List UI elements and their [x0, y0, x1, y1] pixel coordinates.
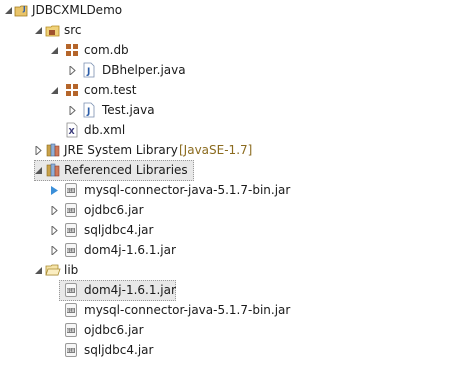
tree-item-lib-jar[interactable]: 010 sqljdbc4.jar	[0, 340, 449, 360]
collapse-arrow-icon[interactable]	[50, 86, 59, 95]
collapse-arrow-icon[interactable]	[4, 6, 13, 15]
source-folder-icon	[45, 25, 60, 37]
expand-arrow-icon[interactable]	[34, 146, 43, 155]
expand-arrow-icon[interactable]	[68, 66, 77, 75]
package-label: com.db	[84, 43, 129, 57]
jar-icon: 010	[65, 223, 77, 237]
expand-arrow-icon[interactable]	[50, 206, 59, 215]
tree-item-referenced-libraries[interactable]: Referenced Libraries	[0, 160, 449, 181]
package-label: com.test	[84, 83, 137, 97]
xml-file-label: db.xml	[84, 123, 126, 137]
expand-arrow-icon[interactable]	[50, 246, 59, 255]
tree-item-package-com-test[interactable]: com.test	[0, 80, 449, 100]
jar-label: mysql-connector-java-5.1.7-bin.jar	[84, 183, 291, 197]
tree-item-java-file[interactable]: J DBhelper.java	[0, 60, 449, 80]
tree-item-lib-jar[interactable]: 010 dom4j-1.6.1.jar	[0, 280, 449, 301]
collapse-arrow-icon[interactable]	[50, 46, 59, 55]
jar-label: sqljdbc4.jar	[84, 343, 154, 357]
svg-text:X: X	[69, 127, 76, 136]
tree-item-lib-jar[interactable]: 010 ojdbc6.jar	[0, 320, 449, 340]
lib-label: lib	[64, 263, 79, 277]
xml-file-icon: X	[66, 122, 78, 138]
java-project-icon: J	[14, 5, 28, 17]
tree-item-lib-jar[interactable]: 010 mysql-connector-java-5.1.7-bin.jar	[0, 300, 449, 320]
jar-icon: 010	[65, 323, 77, 337]
tree-item-src[interactable]: src	[0, 20, 449, 40]
java-file-icon: J	[83, 62, 95, 78]
jar-icon: 010	[65, 203, 77, 217]
svg-text:J: J	[86, 107, 90, 117]
tree-item-package-com-db[interactable]: com.db	[0, 40, 449, 60]
project-label: JDBCXMLDemo	[32, 3, 123, 17]
jre-label: JRE System Library	[64, 143, 178, 157]
package-icon	[66, 84, 78, 96]
expand-arrow-icon[interactable]	[50, 186, 59, 195]
collapse-arrow-icon[interactable]	[34, 26, 43, 35]
referenced-libraries-label: Referenced Libraries	[64, 163, 188, 177]
jar-icon: 010	[65, 343, 77, 357]
jar-label: ojdbc6.jar	[84, 323, 144, 337]
library-icon	[46, 163, 60, 177]
java-file-icon: J	[83, 102, 95, 118]
tree-item-jre[interactable]: JRE System Library [JavaSE-1.7]	[0, 140, 449, 160]
jar-label: ojdbc6.jar	[84, 203, 144, 217]
java-file-label: Test.java	[102, 103, 155, 117]
jar-label: mysql-connector-java-5.1.7-bin.jar	[84, 303, 291, 317]
tree-item-jar[interactable]: 010 ojdbc6.jar	[0, 200, 449, 220]
jar-icon: 010	[65, 303, 77, 317]
java-file-label: DBhelper.java	[102, 63, 186, 77]
package-explorer: { "tree": { "project": { "label": "JDBCX…	[0, 0, 449, 366]
src-label: src	[64, 23, 82, 37]
collapse-arrow-icon[interactable]	[34, 266, 43, 275]
tree-item-lib-folder[interactable]: lib	[0, 260, 449, 280]
expand-arrow-icon[interactable]	[68, 106, 77, 115]
jar-label: dom4j-1.6.1.jar	[84, 283, 176, 297]
svg-text:J: J	[22, 5, 26, 13]
jar-icon: 010	[65, 243, 77, 257]
tree-item-project[interactable]: J JDBCXMLDemo	[0, 0, 449, 20]
jar-icon: 010	[65, 183, 77, 197]
svg-text:J: J	[86, 67, 90, 77]
jar-icon: 010	[65, 283, 77, 297]
jar-label: dom4j-1.6.1.jar	[84, 243, 176, 257]
tree-item-xml-file[interactable]: X db.xml	[0, 120, 449, 140]
tree-item-jar[interactable]: 010 mysql-connector-java-5.1.7-bin.jar	[0, 180, 449, 200]
tree-item-java-file[interactable]: J Test.java	[0, 100, 449, 120]
folder-icon	[45, 264, 61, 276]
collapse-arrow-icon[interactable]	[34, 166, 43, 175]
jre-version-decoration: [JavaSE-1.7]	[179, 143, 253, 157]
expand-arrow-icon[interactable]	[50, 226, 59, 235]
library-icon	[46, 143, 60, 157]
tree-item-jar[interactable]: 010 sqljdbc4.jar	[0, 220, 449, 240]
package-icon	[66, 44, 78, 56]
tree-item-jar[interactable]: 010 dom4j-1.6.1.jar	[0, 240, 449, 260]
jar-label: sqljdbc4.jar	[84, 223, 154, 237]
